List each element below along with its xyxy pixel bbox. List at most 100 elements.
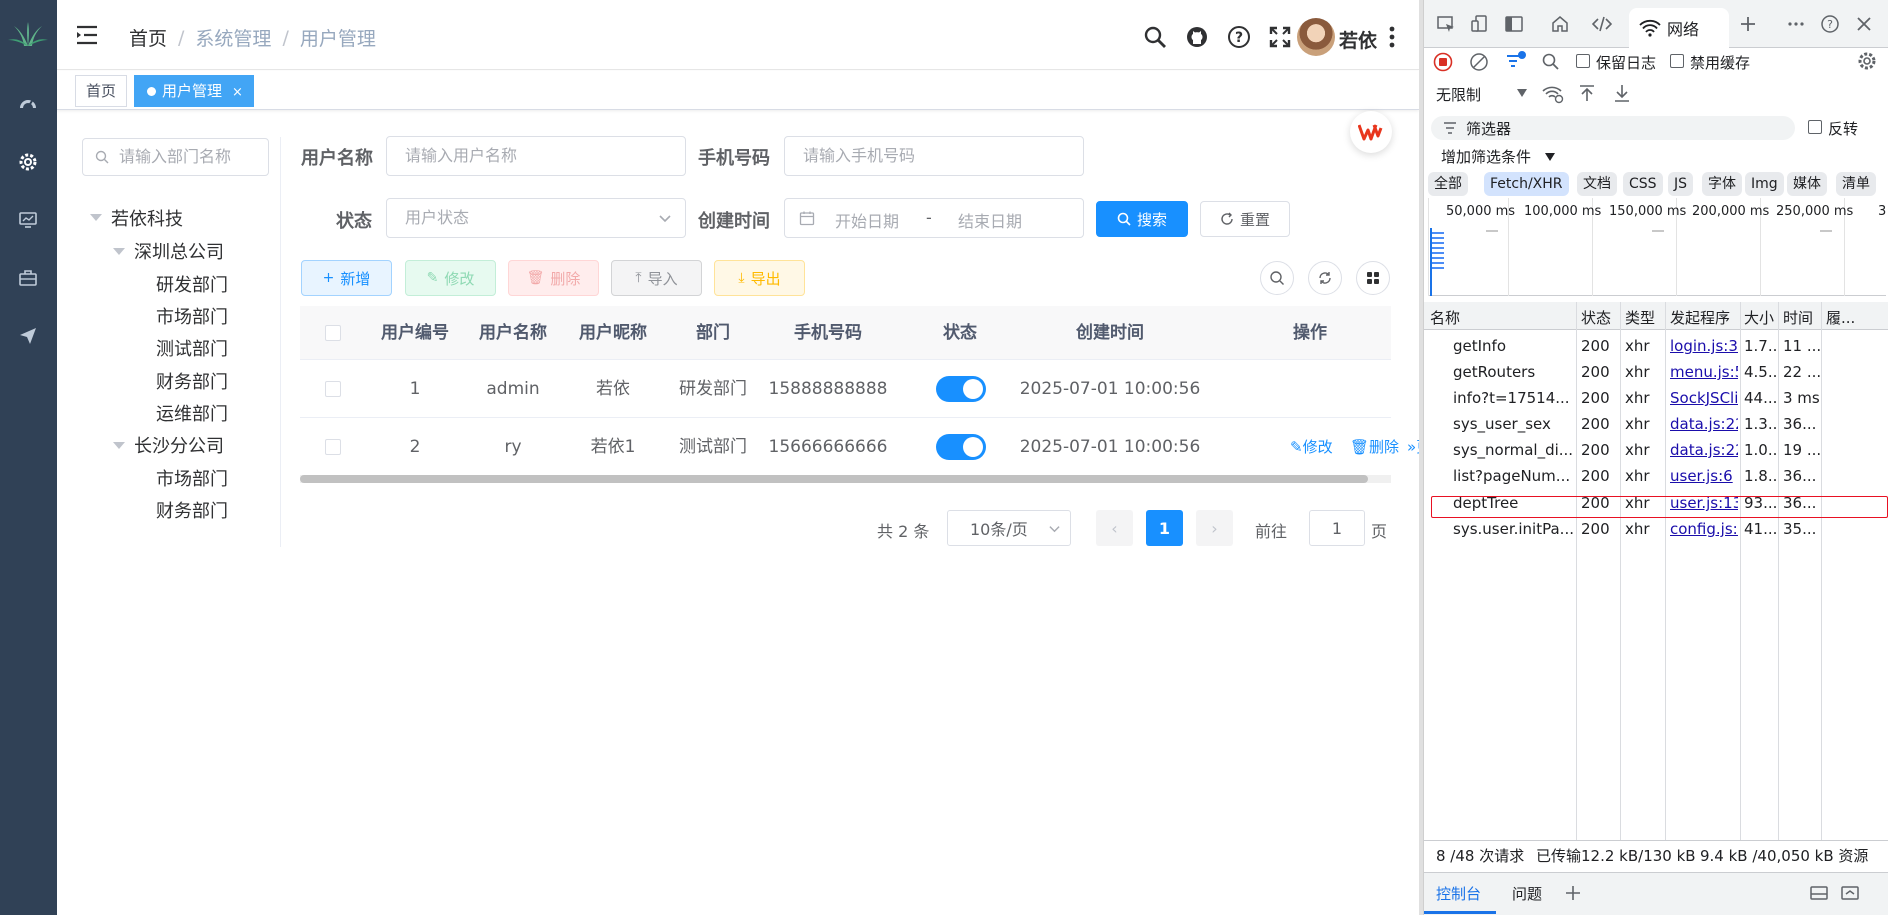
tree-node-root[interactable]: 若依科技 — [111, 205, 183, 231]
status-switch[interactable] — [936, 434, 986, 460]
row-delete-link[interactable]: 🗑删除 — [1350, 436, 1399, 457]
next-page-button[interactable]: › — [1196, 510, 1233, 546]
col-size[interactable]: 大小 — [1744, 307, 1774, 328]
filter-input[interactable]: 筛选器 — [1431, 116, 1795, 140]
refresh-button[interactable] — [1308, 261, 1342, 295]
request-row[interactable]: getRouters 200 xhr menu.js:5 4.5... 22 .… — [1424, 359, 1888, 385]
col-time[interactable]: 时间 — [1783, 307, 1813, 328]
dashboard-icon[interactable] — [10, 86, 46, 122]
username-input[interactable]: 请输入用户名称 — [386, 136, 686, 176]
request-row[interactable]: sys.user.initPa... 200 xhr config.js:2 4… — [1424, 516, 1888, 542]
tree-node-branch[interactable]: 深圳总公司 — [134, 238, 224, 264]
chip-manifest[interactable]: 清单 — [1836, 172, 1876, 196]
chip-js[interactable]: JS — [1668, 172, 1694, 196]
request-row[interactable]: sys_user_sex 200 xhr data.js:22 1.3... 3… — [1424, 411, 1888, 437]
caret-down-icon[interactable] — [113, 248, 125, 255]
chip-img[interactable]: Img — [1745, 172, 1784, 196]
chip-fetch-xhr[interactable]: Fetch/XHR — [1484, 172, 1569, 196]
caret-down-icon[interactable] — [113, 442, 125, 449]
dock-drawer-icon[interactable] — [1809, 884, 1829, 902]
edit-button[interactable]: ✎ 修改 — [405, 260, 496, 296]
plus-icon[interactable] — [1564, 884, 1582, 902]
columns-button[interactable] — [1356, 261, 1390, 295]
import-button[interactable]: ⤒ 导入 — [611, 260, 702, 296]
plus-icon[interactable] — [1736, 12, 1760, 36]
tree-node-branch[interactable]: 长沙分公司 — [134, 432, 224, 458]
import-har-icon[interactable] — [1577, 83, 1597, 103]
toolbox-icon[interactable] — [10, 260, 46, 296]
col-name[interactable]: 名称 — [1430, 307, 1460, 328]
col-type[interactable]: 类型 — [1625, 307, 1655, 328]
status-select[interactable]: 用户状态 — [386, 198, 686, 238]
tree-node-leaf[interactable]: 市场部门 — [156, 465, 228, 491]
help-icon[interactable]: ? — [1226, 24, 1252, 50]
send-icon[interactable] — [10, 318, 46, 354]
request-initiator[interactable]: user.js:6 — [1670, 467, 1738, 485]
request-initiator[interactable]: SockJSClient — [1670, 389, 1738, 407]
add-button[interactable]: + 新增 — [301, 260, 392, 296]
col-waterfall[interactable]: 履... — [1826, 307, 1855, 328]
device-icon[interactable] — [1468, 12, 1492, 36]
dept-search-input[interactable]: 请输入部门名称 — [82, 138, 269, 176]
request-row[interactable]: list?pageNum... 200 xhr user.js:6 1.8...… — [1424, 463, 1888, 489]
wps-icon[interactable] — [1350, 111, 1392, 153]
phone-input[interactable]: 请输入手机号码 — [784, 136, 1084, 176]
prev-page-button[interactable]: ‹ — [1096, 510, 1133, 546]
gear-icon[interactable] — [10, 144, 46, 180]
request-initiator[interactable]: data.js:22 — [1670, 415, 1738, 433]
close-icon[interactable] — [1852, 12, 1876, 36]
throttle-value[interactable]: 无限制 — [1436, 84, 1481, 105]
request-initiator[interactable]: login.js:36 — [1670, 337, 1738, 355]
gear-icon[interactable] — [1856, 50, 1878, 72]
chip-media[interactable]: 媒体 — [1787, 172, 1827, 196]
row-checkbox[interactable] — [325, 381, 341, 397]
row-edit-link[interactable]: ✎修改 — [1290, 436, 1333, 457]
export-har-icon[interactable] — [1612, 83, 1632, 103]
tree-node-leaf[interactable]: 测试部门 — [156, 335, 228, 361]
tree-node-leaf[interactable]: 财务部门 — [156, 497, 228, 523]
tree-node-leaf[interactable]: 研发部门 — [156, 271, 228, 297]
search-icon[interactable] — [1142, 24, 1168, 50]
network-conditions-icon[interactable] — [1542, 84, 1564, 104]
dock-icon[interactable] — [1502, 12, 1526, 36]
date-range-picker[interactable]: 开始日期 - 结束日期 — [784, 198, 1084, 238]
table-row[interactable]: 1 admin 若依 研发部门 15888888888 2025-07-01 1… — [300, 360, 1391, 418]
more-horizontal-icon[interactable] — [1784, 12, 1808, 36]
caret-down-icon[interactable] — [1544, 152, 1556, 162]
end-date-placeholder[interactable]: 结束日期 — [958, 208, 1022, 232]
ruoyi-logo[interactable] — [6, 18, 50, 52]
filter-active-icon[interactable] — [1505, 50, 1527, 72]
caret-down-icon[interactable] — [90, 214, 102, 221]
request-initiator[interactable]: menu.js:5 — [1670, 363, 1738, 381]
scrollbar-thumb[interactable] — [300, 475, 1368, 483]
status-switch[interactable] — [936, 376, 986, 402]
code-icon[interactable] — [1590, 12, 1614, 36]
tab-network[interactable]: 网络 — [1629, 8, 1729, 48]
search-button[interactable]: 搜索 — [1096, 201, 1188, 237]
caret-down-icon[interactable] — [1516, 88, 1528, 98]
collapse-drawer-icon[interactable] — [1840, 884, 1860, 902]
fullscreen-icon[interactable] — [1267, 24, 1293, 50]
chip-css[interactable]: CSS — [1623, 172, 1663, 196]
avatar[interactable] — [1297, 18, 1335, 56]
request-initiator[interactable]: config.js:2 — [1670, 520, 1738, 538]
close-icon[interactable]: × — [232, 85, 243, 100]
user-name[interactable]: 若依 — [1339, 26, 1377, 53]
start-date-placeholder[interactable]: 开始日期 — [835, 208, 899, 232]
export-button[interactable]: ⤓ 导出 — [714, 260, 805, 296]
tag-home[interactable]: 首页 — [75, 75, 128, 107]
chip-doc[interactable]: 文档 — [1577, 172, 1617, 196]
tab-console[interactable]: 控制台 — [1436, 883, 1481, 904]
more-filters-label[interactable]: 增加筛选条件 — [1441, 146, 1531, 167]
preserve-log-checkbox[interactable] — [1576, 54, 1590, 68]
request-row[interactable]: getInfo 200 xhr login.js:36 1.7... 11 ..… — [1424, 333, 1888, 359]
hamburger-icon[interactable] — [75, 24, 99, 46]
row-checkbox[interactable] — [325, 439, 341, 455]
request-initiator[interactable]: data.js:22 — [1670, 441, 1738, 459]
table-horizontal-scrollbar[interactable] — [300, 475, 1391, 483]
table-row[interactable]: 2 ry 若依1 测试部门 15666666666 2025-07-01 10:… — [300, 418, 1433, 476]
github-icon[interactable] — [1184, 24, 1210, 50]
tree-node-leaf[interactable]: 财务部门 — [156, 368, 228, 394]
reset-button[interactable]: 重置 — [1200, 201, 1290, 237]
breadcrumb-home[interactable]: 首页 — [129, 24, 167, 51]
